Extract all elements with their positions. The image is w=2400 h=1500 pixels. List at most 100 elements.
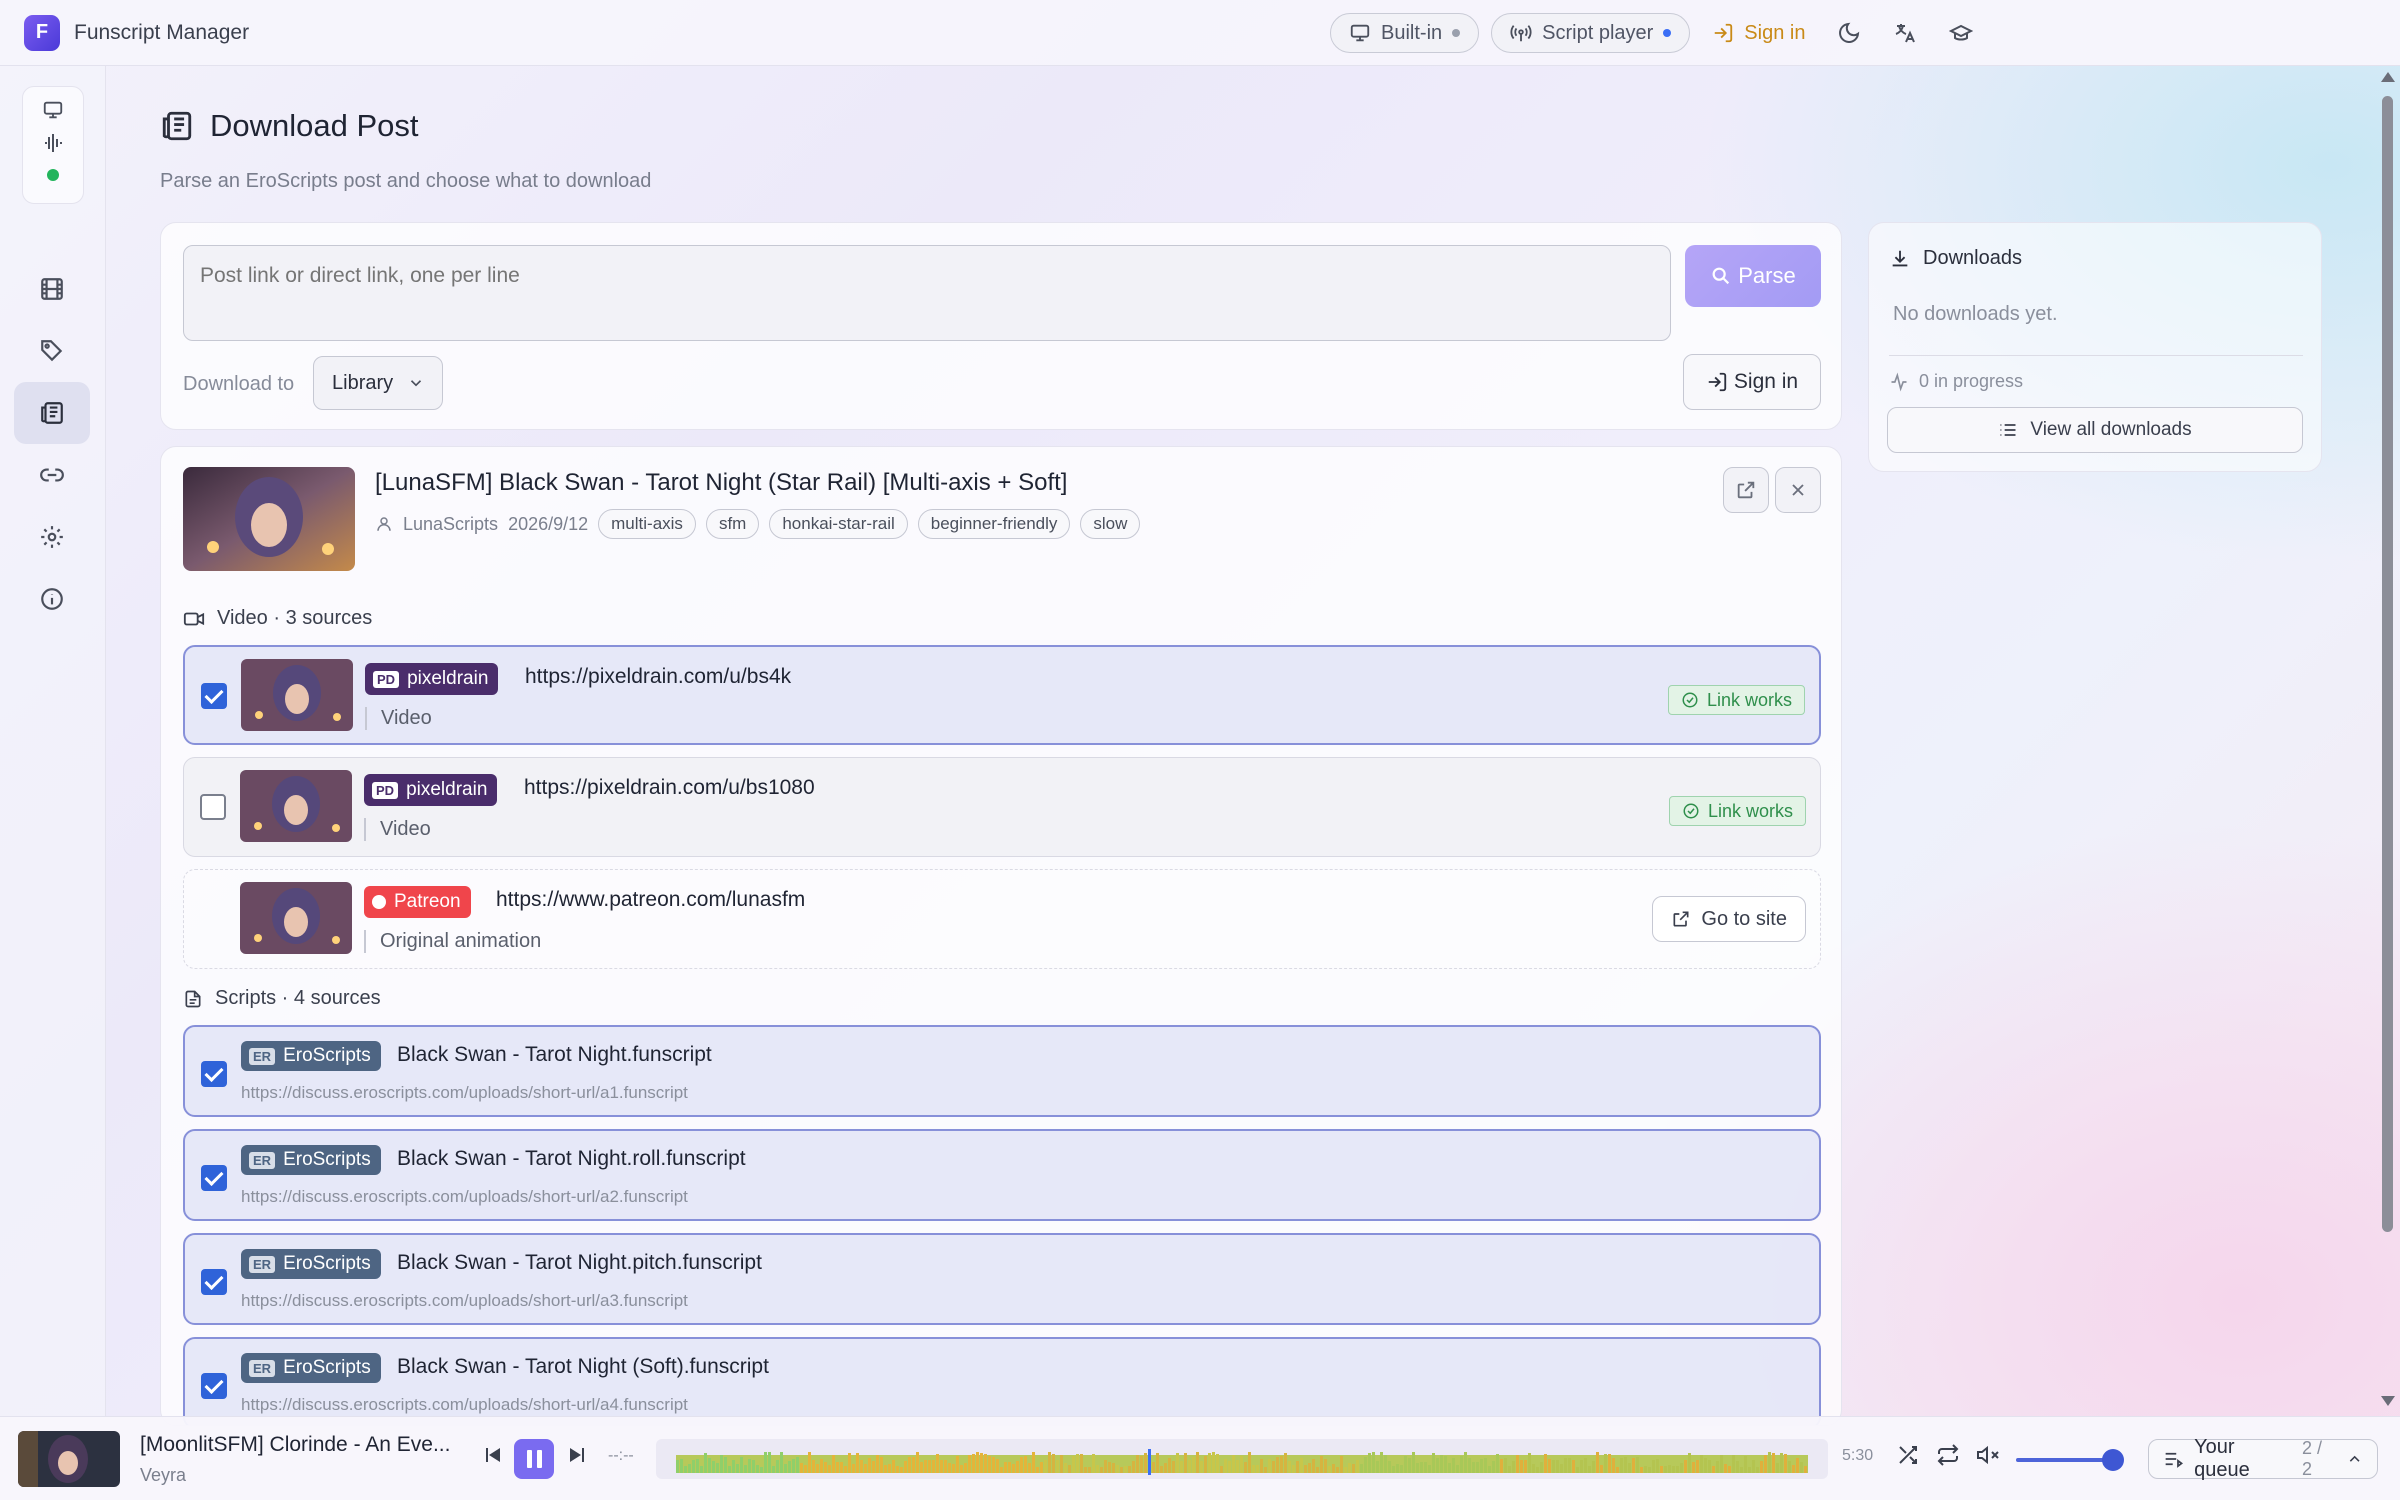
heatmap-stripe	[1080, 1454, 1083, 1473]
repeat-button[interactable]	[1936, 1443, 1960, 1472]
heatmap-stripe	[884, 1465, 887, 1473]
parse-label: Parse	[1738, 263, 1796, 288]
heatmap-stripe	[1464, 1452, 1467, 1473]
download-to-select[interactable]: Library	[313, 356, 443, 410]
info-icon	[41, 588, 63, 610]
shuffle-button[interactable]	[1896, 1443, 1920, 1472]
video-source-row[interactable]: PD pixeldrain https://pixeldrain.com/u/bs…	[183, 645, 1821, 745]
heatmap-stripe	[1468, 1458, 1471, 1473]
language-button[interactable]	[1883, 13, 1927, 53]
post-tag[interactable]: sfm	[705, 509, 760, 539]
volume-slider[interactable]	[2016, 1458, 2116, 1462]
card-signin-button[interactable]: Sign in	[1683, 354, 1821, 410]
sidebar-item-settings[interactable]	[14, 506, 90, 568]
heatmap-stripe	[1804, 1466, 1807, 1473]
scroll-down-arrow-icon[interactable]	[2381, 1396, 2395, 1406]
heatmap-stripe	[708, 1458, 711, 1473]
parse-button[interactable]: Parse	[1685, 245, 1821, 307]
external-link-icon	[1737, 481, 1755, 499]
top-signin-button[interactable]: Sign in	[1702, 22, 1815, 45]
pause-button[interactable]	[514, 1439, 554, 1479]
script-source-row[interactable]: ER EroScripts Black Swan - Tarot Night.pi…	[183, 1233, 1821, 1325]
go-to-site-button[interactable]: Go to site	[1652, 896, 1806, 942]
volume-slider-handle[interactable]	[2102, 1449, 2124, 1471]
film-icon	[41, 278, 63, 300]
video-source-row[interactable]: PD pixeldrain https://pixeldrain.com/u/bs…	[183, 757, 1821, 857]
heatmap-stripe	[1608, 1454, 1611, 1473]
script-checkbox[interactable]	[201, 1269, 227, 1295]
script-url: https://discuss.eroscripts.com/uploads/s…	[241, 1395, 688, 1414]
eroscripts-logo-icon: ER	[249, 1255, 276, 1273]
heatmap-stripe	[1136, 1455, 1139, 1473]
script-checkbox[interactable]	[201, 1373, 227, 1399]
heatmap-stripe	[928, 1460, 931, 1473]
heatmap-stripe	[1532, 1464, 1535, 1473]
source-checkbox[interactable]	[200, 794, 226, 820]
view-all-downloads-button[interactable]: View all downloads	[1887, 407, 2303, 453]
heatmap-stripe	[988, 1456, 991, 1473]
heatmap-stripe	[1112, 1463, 1115, 1473]
scroll-up-arrow-icon[interactable]	[2381, 72, 2395, 82]
post-tag[interactable]: beginner-friendly	[917, 509, 1071, 539]
script-source-row[interactable]: ER EroScripts Black Swan - Tarot Night (S…	[183, 1337, 1821, 1425]
script-source-row[interactable]: ER EroScripts Black Swan - Tarot Night.fu…	[183, 1025, 1821, 1117]
sidebar-item-download-post[interactable]	[14, 382, 90, 444]
close-post-button[interactable]	[1775, 467, 1821, 513]
search-icon	[1712, 267, 1730, 285]
heatmap-stripe	[1364, 1457, 1367, 1473]
external-link-icon	[1673, 911, 1689, 927]
script-source-row[interactable]: ER EroScripts Black Swan - Tarot Night.ro…	[183, 1129, 1821, 1221]
script-checkbox[interactable]	[201, 1061, 227, 1087]
heatmap-stripe	[908, 1457, 911, 1473]
post-link-input[interactable]	[183, 245, 1671, 341]
script-checkbox[interactable]	[201, 1165, 227, 1191]
sidebar-item-videos[interactable]	[14, 258, 90, 320]
sidebar-item-about[interactable]	[14, 568, 90, 630]
download-icon	[1892, 250, 1908, 266]
heatmap-stripe	[1428, 1465, 1431, 1473]
funscript-heatmap-seekbar[interactable]	[656, 1439, 1828, 1479]
builtin-button[interactable]: Built-in	[1330, 13, 1480, 53]
mute-button[interactable]	[1976, 1443, 2000, 1472]
theme-toggle-button[interactable]	[1827, 13, 1871, 53]
device-status-group[interactable]	[22, 86, 84, 204]
source-checkbox[interactable]	[201, 683, 227, 709]
post-tag[interactable]: honkai-star-rail	[769, 509, 908, 539]
previous-button[interactable]	[480, 1443, 504, 1472]
tutorial-button[interactable]	[1939, 13, 1983, 53]
sidebar-item-tags[interactable]	[14, 320, 90, 382]
heatmap-stripe	[1236, 1460, 1239, 1473]
app-logo-icon: F	[24, 14, 60, 51]
heatmap-stripe	[1400, 1465, 1403, 1473]
heatmap-stripe	[1776, 1463, 1779, 1473]
heatmap-stripe	[1368, 1453, 1371, 1473]
source-type: Video	[365, 707, 432, 730]
open-post-button[interactable]	[1723, 467, 1769, 513]
post-tag[interactable]: multi-axis	[598, 509, 696, 539]
volume-mute-icon	[1977, 1445, 1999, 1465]
heatmap-stripe	[1028, 1463, 1031, 1473]
post-tag[interactable]: slow	[1080, 509, 1141, 539]
heatmap-stripe	[920, 1462, 923, 1473]
heatmap-stripe	[1160, 1466, 1163, 1473]
heatmap-stripe	[1688, 1453, 1691, 1473]
heatmap-stripe	[1284, 1453, 1287, 1473]
heatmap-stripe	[1388, 1461, 1391, 1473]
heatmap-stripe	[760, 1467, 763, 1473]
heatmap-stripe	[1736, 1461, 1739, 1473]
queue-button[interactable]: Your queue 2 / 2	[2148, 1436, 2378, 1481]
playlist-icon	[2165, 1452, 2183, 1468]
script-player-button[interactable]: Script player	[1491, 13, 1691, 53]
next-button[interactable]	[566, 1443, 590, 1472]
scrollbar-thumb[interactable]	[2382, 96, 2393, 1232]
heatmap-stripe	[1008, 1462, 1011, 1473]
post-thumbnail	[183, 467, 355, 571]
sidebar-item-links[interactable]	[14, 444, 90, 506]
app-title: Funscript Manager	[74, 20, 250, 44]
heatmap-stripe	[844, 1466, 847, 1473]
heatmap-stripe	[1484, 1458, 1487, 1473]
heatmap-stripe	[1732, 1455, 1735, 1473]
now-playing-thumbnail[interactable]	[18, 1431, 120, 1487]
heatmap-stripe	[1020, 1457, 1023, 1473]
heatmap-stripe	[1124, 1466, 1127, 1473]
